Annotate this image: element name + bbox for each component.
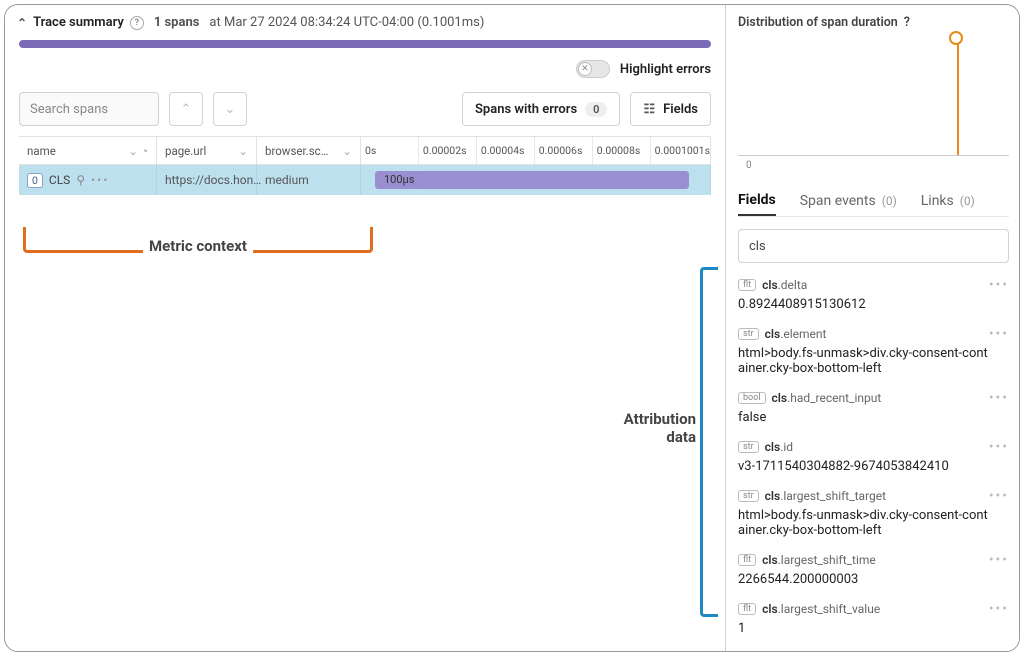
more-icon[interactable]: ••• [989, 601, 1009, 617]
trace-title: Trace summary [33, 15, 124, 30]
field-name: cls.id [765, 440, 793, 454]
search-input[interactable]: Search spans [19, 92, 159, 126]
field-item[interactable]: bool cls.had_recent_input •••false [738, 390, 1009, 425]
error-count-badge: 0 [585, 102, 607, 117]
close-icon: ✕ [578, 62, 592, 76]
tab-span-events[interactable]: Span events(0) [800, 186, 897, 216]
cell-name: 0 CLS ⚲ ••• [19, 165, 157, 195]
type-badge: flt [738, 603, 756, 615]
span-duration-label: 100µs [378, 173, 420, 186]
more-icon[interactable]: ••• [91, 173, 109, 187]
cell-page-url: https://docs.hon… [157, 165, 257, 195]
field-name: cls.delta [762, 278, 807, 292]
zoom-icon[interactable]: ⚲ [76, 173, 85, 187]
more-icon[interactable]: ••• [989, 390, 1009, 406]
col-name[interactable]: name ⌄ ◔ [19, 137, 157, 164]
distribution-marker [957, 36, 959, 155]
highlight-errors-toggle[interactable]: ✕ Highlight errors [576, 60, 711, 78]
field-item[interactable]: str cls.id •••v3-1711540304882-96740538424… [738, 439, 1009, 474]
more-icon[interactable]: ••• [989, 277, 1009, 293]
columns-icon: ☷ [643, 102, 655, 117]
field-name: cls.largest_shift_time [762, 553, 876, 567]
col-browser[interactable]: browser.sc… ⌄ [257, 137, 361, 164]
toggle-switch[interactable]: ✕ [576, 60, 610, 78]
field-name: cls.had_recent_input [772, 391, 882, 405]
trace-header: ⌃ Trace summary ? 1 spans at Mar 27 2024… [17, 15, 713, 30]
type-badge: flt [738, 279, 756, 291]
type-badge: str [738, 490, 759, 502]
field-name: cls.largest_shift_target [765, 489, 886, 503]
time-tick: 0s [361, 137, 418, 164]
x-axis-label: 0 [746, 160, 752, 171]
field-value: 2266544.200000003 [738, 572, 988, 587]
field-item[interactable]: flt cls.largest_shift_value •••1 [738, 601, 1009, 636]
more-icon[interactable]: ••• [989, 326, 1009, 342]
field-item[interactable]: flt cls.delta •••0.8924408915130612 [738, 277, 1009, 312]
waterfall-table: name ⌄ ◔ page.url ⌄ browser.sc… ⌄ 0s0.00… [19, 136, 711, 195]
distribution-title: Distribution of span duration ? [738, 15, 1009, 30]
more-icon[interactable]: ••• [989, 488, 1009, 504]
fields-columns-button[interactable]: ☷ Fields [630, 92, 711, 126]
chevron-down-icon[interactable]: ⌄ [128, 144, 138, 158]
field-value: 0.8924408915130612 [738, 297, 988, 312]
time-tick: 0.00006s [534, 137, 592, 164]
distribution-chart[interactable]: 0 [738, 36, 1009, 156]
highlight-errors-label: Highlight errors [620, 62, 711, 77]
spans-count: 1 spans [154, 15, 200, 30]
type-badge: str [738, 441, 759, 453]
field-name: cls.largest_shift_value [762, 602, 880, 616]
span-duration-bar[interactable]: 100µs [375, 171, 689, 189]
annotation-metric-context: Metric context [23, 227, 373, 253]
field-name: cls.element [765, 327, 827, 341]
time-tick: 0.00008s [592, 137, 650, 164]
prev-button[interactable]: ⌃ [169, 92, 203, 126]
trace-timestamp: at Mar 27 2024 08:34:24 UTC-04:00 (0.100… [209, 15, 484, 30]
field-value: false [738, 410, 988, 425]
time-tick: 0.0001001s [650, 137, 710, 164]
field-value: v3-1711540304882-9674053842410 [738, 459, 988, 474]
field-item[interactable]: str cls.element •••html>body.fs-unmask>div… [738, 326, 1009, 376]
depth-badge: 0 [27, 173, 43, 188]
fields-list: fltcls.delta•••0.8924408915130612strcls.… [738, 277, 1009, 651]
col-timeline: 0s0.00002s0.00004s0.00006s0.00008s0.0001… [361, 137, 711, 164]
field-value: html>body.fs-unmask>div.cky-consent-cont… [738, 346, 988, 376]
more-icon[interactable]: ••• [989, 552, 1009, 568]
trace-progress-bar [19, 40, 711, 48]
type-badge: flt [738, 554, 756, 566]
right-tabs: Fields Span events(0) Links(0) [738, 186, 1009, 217]
table-header: name ⌄ ◔ page.url ⌄ browser.sc… ⌄ 0s0.00… [19, 137, 711, 165]
chevron-down-icon[interactable]: ⌄ [342, 144, 352, 158]
tab-links[interactable]: Links(0) [921, 186, 975, 216]
time-tick: 0.00004s [476, 137, 534, 164]
field-value: html>body.fs-unmask>div.cky-consent-cont… [738, 508, 988, 538]
span-name: CLS [49, 173, 70, 187]
more-icon[interactable]: ••• [989, 439, 1009, 455]
filter-icon[interactable]: ◔ [141, 144, 148, 158]
type-badge: str [738, 328, 759, 340]
chevron-down-icon[interactable]: ⌄ [238, 144, 248, 158]
chevron-down-icon: ⌄ [225, 102, 236, 117]
col-page-url[interactable]: page.url ⌄ [157, 137, 257, 164]
chevron-up-icon[interactable]: ⌃ [17, 16, 27, 30]
help-icon[interactable]: ? [904, 15, 910, 30]
field-value: 1 [738, 621, 988, 636]
table-row[interactable]: 0 CLS ⚲ ••• https://docs.hon… medium 100… [19, 165, 711, 195]
field-item[interactable]: str cls.largest_shift_target •••html>body.… [738, 488, 1009, 538]
tab-fields[interactable]: Fields [738, 186, 776, 216]
chevron-up-icon: ⌃ [181, 102, 192, 117]
cell-browser: medium [257, 165, 361, 195]
cell-timeline: 100µs [361, 165, 711, 195]
fields-filter-input[interactable]: cls [738, 229, 1009, 263]
help-icon[interactable]: ? [130, 16, 144, 30]
spans-with-errors-button[interactable]: Spans with errors 0 [462, 92, 620, 126]
field-item[interactable]: flt cls.largest_shift_time •••2266544.2000… [738, 552, 1009, 587]
next-button[interactable]: ⌄ [213, 92, 247, 126]
type-badge: bool [738, 392, 766, 404]
time-tick: 0.00002s [418, 137, 476, 164]
